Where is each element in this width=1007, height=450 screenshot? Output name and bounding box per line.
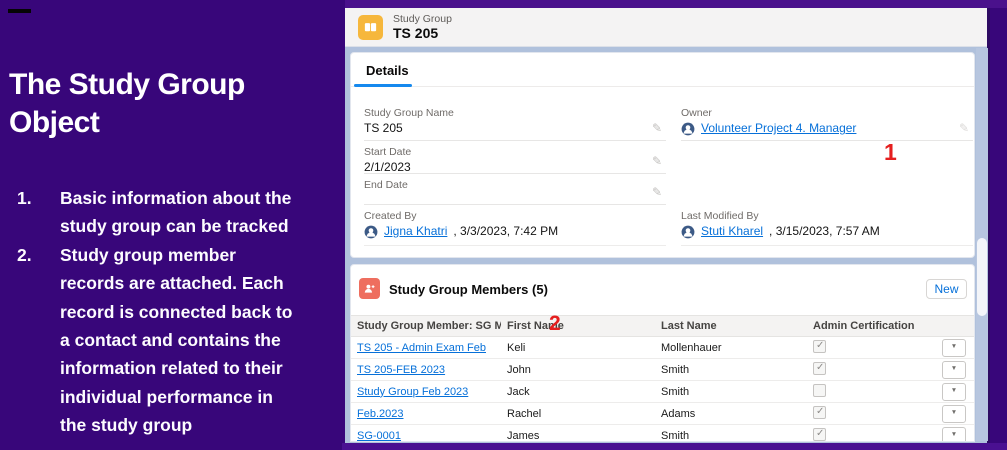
related-list-header: Study Group Members (5) New — [351, 265, 974, 315]
details-card: Details Study Group Name TS 205 ✎ Start … — [350, 52, 975, 258]
created-by-link[interactable]: Jigna Khatri — [384, 224, 447, 239]
table-row: TS 205-FEB 2023 JohnSmith ▼ — [351, 359, 974, 381]
field-label: Created By — [364, 210, 666, 222]
member-link[interactable]: Study Group Feb 2023 — [357, 386, 468, 398]
field-label: Owner — [681, 107, 973, 119]
row-actions-button[interactable]: ▼ — [942, 383, 966, 401]
list-item: 1. Basic information about the study gro… — [17, 184, 337, 241]
field-created-by: Created By Jigna Khatri , 3/3/2023, 7:42… — [364, 210, 666, 246]
salesforce-screenshot: Study Group TS 205 Details Study Group N… — [345, 8, 990, 443]
member-link[interactable]: Feb.2023 — [357, 408, 403, 420]
admin-certification-checkbox[interactable] — [813, 384, 826, 397]
first-name-cell: Jack — [501, 386, 655, 398]
list-item-text: Basic information about the study group … — [60, 184, 337, 241]
tab-bar: Details — [351, 53, 974, 87]
user-avatar-icon — [364, 225, 378, 239]
record-header: Study Group TS 205 — [345, 8, 987, 47]
browser-bottom-bar — [342, 443, 1007, 450]
column-header-admin-certification[interactable]: Admin Certification — [807, 320, 936, 332]
entity-label: Study Group — [393, 13, 452, 25]
first-name-cell: James — [501, 430, 655, 442]
chevron-down-icon: ▼ — [951, 388, 957, 395]
user-avatar-icon — [681, 225, 695, 239]
last-name-cell: Smith — [655, 386, 807, 398]
study-group-members-card: Study Group Members (5) New Study Group … — [350, 264, 975, 442]
list-item: 2. Study group member records are attach… — [17, 241, 337, 440]
chevron-down-icon: ▼ — [951, 410, 957, 417]
last-name-cell: Smith — [655, 364, 807, 376]
row-actions-button[interactable]: ▼ — [942, 405, 966, 423]
first-name-cell: John — [501, 364, 655, 376]
table-row: TS 205 - Admin Exam Feb KeliMollenhauer ▼ — [351, 337, 974, 359]
field-label: End Date — [364, 179, 666, 191]
active-tab-underline — [354, 84, 412, 87]
member-link[interactable]: TS 205-FEB 2023 — [357, 364, 445, 376]
modified-datetime: , 3/15/2023, 7:57 AM — [769, 224, 880, 239]
column-header-last-name[interactable]: Last Name — [655, 320, 807, 332]
row-actions-button[interactable]: ▼ — [942, 339, 966, 357]
slide-dash-decoration — [8, 9, 31, 13]
edit-pencil-icon[interactable]: ✎ — [652, 185, 662, 199]
owner-link[interactable]: Volunteer Project 4. Manager — [701, 121, 856, 136]
admin-certification-checkbox[interactable] — [813, 362, 826, 375]
annotation-step-1: 1 — [884, 139, 897, 166]
column-header-first-name[interactable]: First Name — [501, 320, 655, 332]
field-label: Last Modified By — [681, 210, 973, 222]
member-link[interactable]: SG-0001 — [357, 430, 401, 442]
first-name-cell: Rachel — [501, 408, 655, 420]
members-table-header: Study Group Member: SG Me... First Name … — [351, 315, 974, 337]
field-value: TS 205 — [364, 121, 666, 136]
list-number: 2. — [17, 241, 60, 440]
record-titles: Study Group TS 205 — [393, 13, 452, 41]
chevron-down-icon: ▼ — [951, 432, 957, 439]
admin-certification-checkbox[interactable] — [813, 406, 826, 419]
field-end-date: End Date ✎ — [364, 179, 666, 205]
field-last-modified-by: Last Modified By Stuti Kharel , 3/15/202… — [681, 210, 973, 246]
vertical-scrollbar[interactable] — [976, 48, 988, 441]
admin-certification-checkbox[interactable] — [813, 428, 826, 441]
slide-list: 1. Basic information about the study gro… — [17, 184, 337, 440]
first-name-cell: Keli — [501, 342, 655, 354]
members-table-body: TS 205 - Admin Exam FebKeliMollenhauer▼T… — [351, 337, 974, 442]
record-name: TS 205 — [393, 25, 452, 41]
table-row: Study Group Feb 2023 JackSmith ▼ — [351, 381, 974, 403]
last-name-cell: Mollenhauer — [655, 342, 807, 354]
field-owner: Owner Volunteer Project 4. Manager ✎ — [681, 107, 973, 141]
user-avatar-icon — [681, 122, 695, 136]
study-group-book-icon — [358, 15, 383, 40]
table-row: Feb.2023 RachelAdams ▼ — [351, 403, 974, 425]
edit-pencil-icon[interactable]: ✎ — [652, 121, 662, 135]
row-actions-button[interactable]: ▼ — [942, 427, 966, 443]
last-modified-by-link[interactable]: Stuti Kharel — [701, 224, 763, 239]
edit-pencil-icon[interactable]: ✎ — [652, 154, 662, 168]
column-header-member[interactable]: Study Group Member: SG Me... — [351, 320, 501, 332]
browser-top-bar — [345, 0, 1007, 8]
slide-title: The Study Group Object — [9, 66, 339, 142]
record-page-body: Details Study Group Name TS 205 ✎ Start … — [345, 47, 987, 442]
last-name-cell: Adams — [655, 408, 807, 420]
list-item-text: Study group member records are attached.… — [60, 241, 337, 440]
chevron-down-icon: ▼ — [951, 344, 957, 351]
scrollbar-thumb[interactable] — [977, 238, 987, 316]
admin-certification-checkbox[interactable] — [813, 340, 826, 353]
table-row: SG-0001 JamesSmith ▼ — [351, 425, 974, 442]
row-actions-button[interactable]: ▼ — [942, 361, 966, 379]
related-list-title: Study Group Members (5) — [389, 282, 548, 297]
last-name-cell: Smith — [655, 430, 807, 442]
group-members-icon — [359, 278, 380, 299]
member-link[interactable]: TS 205 - Admin Exam Feb — [357, 342, 486, 354]
edit-pencil-icon[interactable]: ✎ — [959, 121, 969, 135]
tab-details[interactable]: Details — [366, 63, 409, 78]
chevron-down-icon: ▼ — [951, 366, 957, 373]
field-label: Start Date — [364, 146, 666, 158]
field-label: Study Group Name — [364, 107, 666, 119]
annotation-step-2: 2 — [549, 312, 561, 336]
field-value: 2/1/2023 — [364, 160, 666, 175]
list-number: 1. — [17, 184, 60, 241]
field-start-date: Start Date 2/1/2023 ✎ — [364, 146, 666, 174]
field-study-group-name: Study Group Name TS 205 ✎ — [364, 107, 666, 141]
created-datetime: , 3/3/2023, 7:42 PM — [453, 224, 558, 239]
new-button[interactable]: New — [926, 279, 967, 299]
